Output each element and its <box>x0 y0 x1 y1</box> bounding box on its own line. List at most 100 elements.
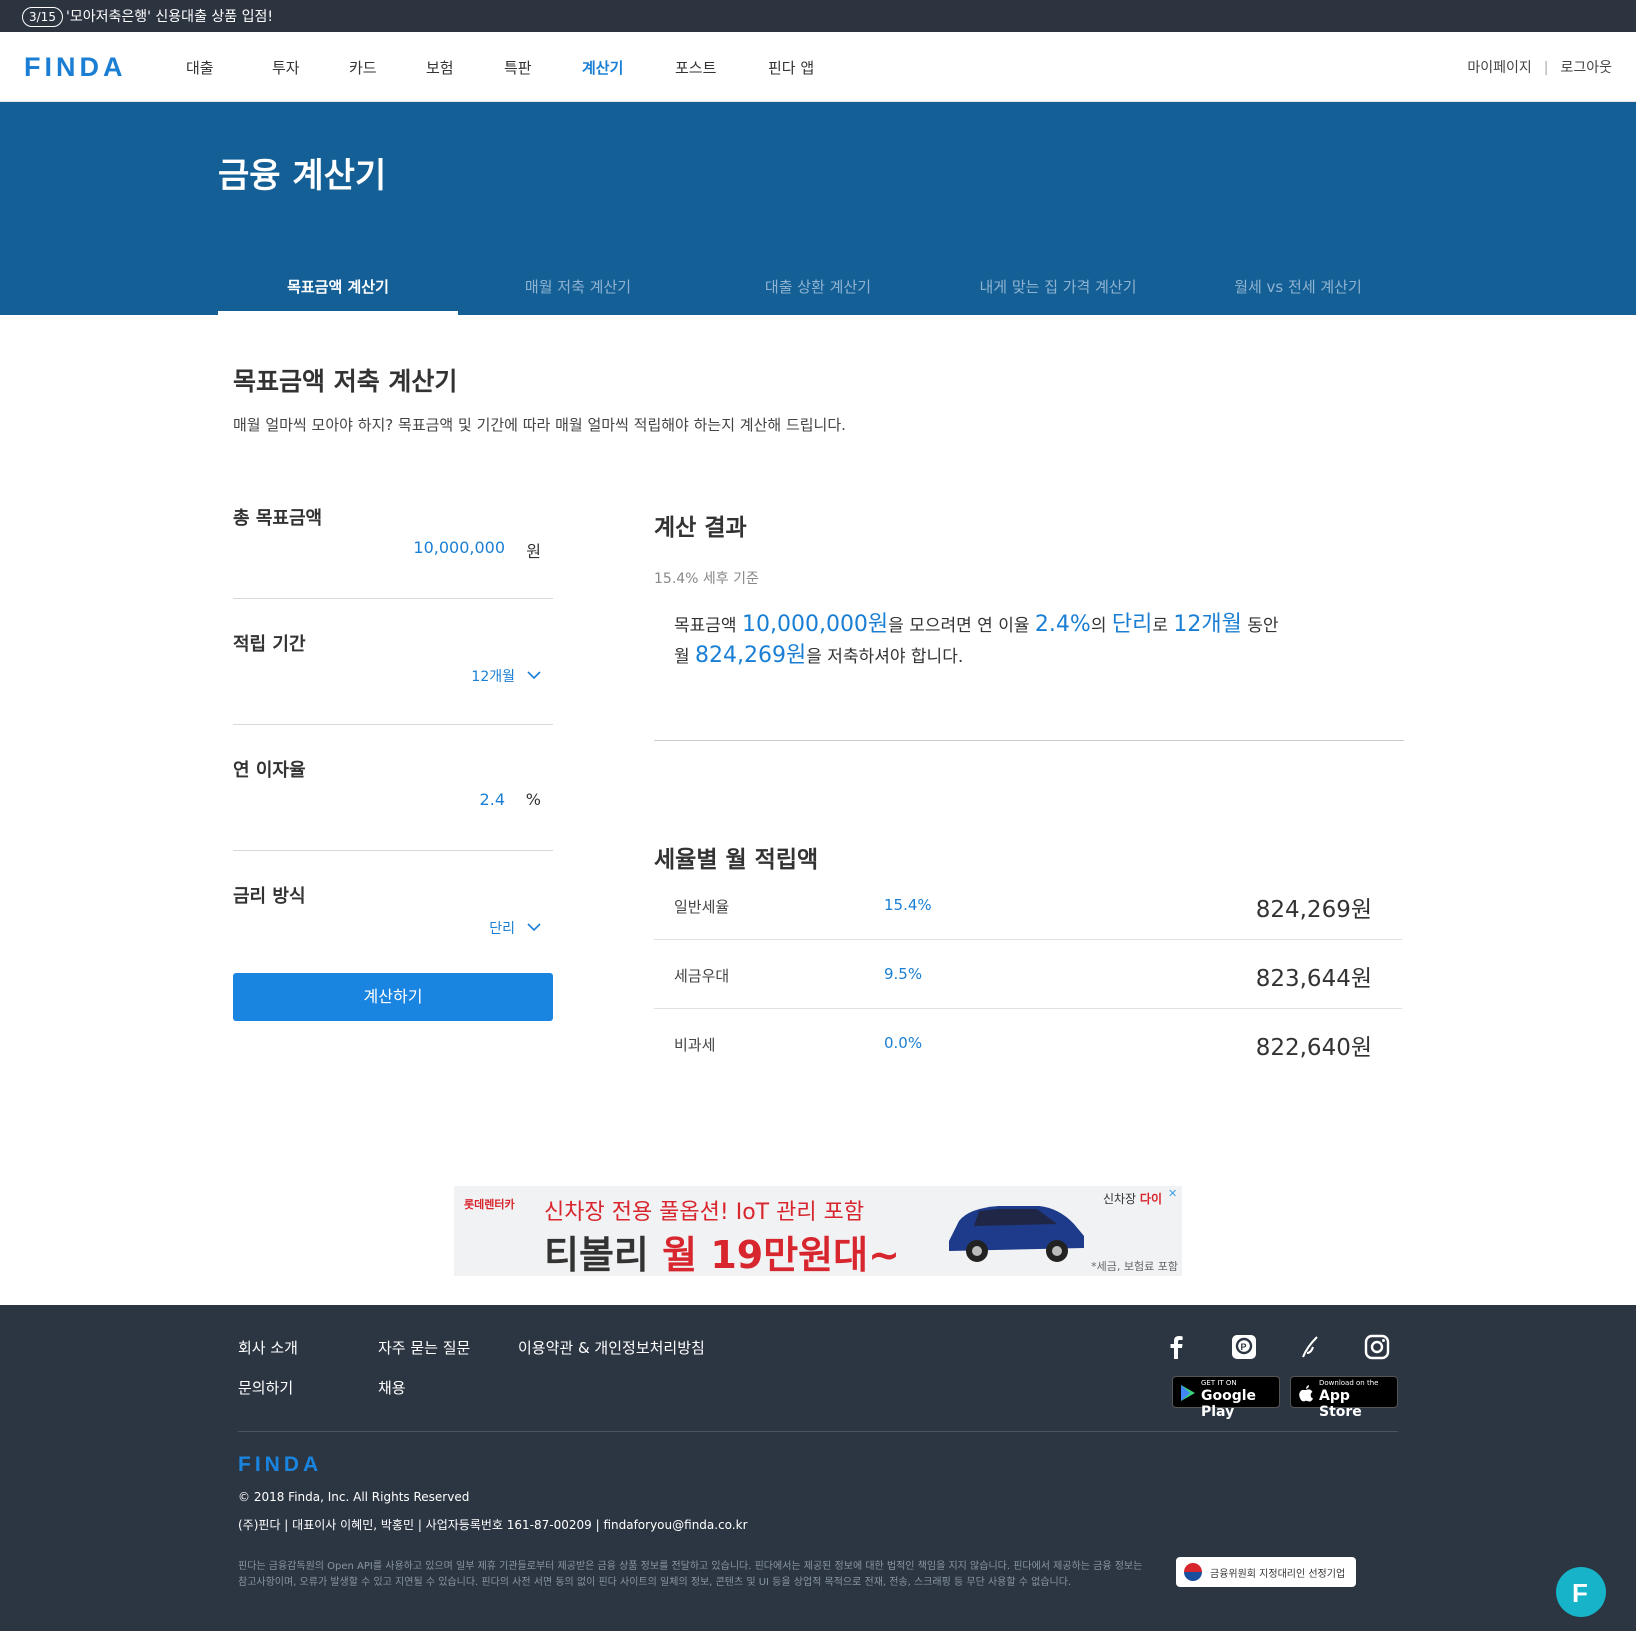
google-play-button[interactable]: GET IT ON Google Play <box>1172 1376 1280 1420</box>
divider: | <box>1543 60 1549 76</box>
result-sentence: 목표금액 10,000,000원을 모으려면 연 이율 2.4%의 단리로 12… <box>674 610 1314 672</box>
period-field: 적립 기간 12개월 <box>233 630 553 725</box>
divider <box>654 740 1404 741</box>
target-amount-input[interactable]: 10,000,000 <box>413 538 505 557</box>
ad-tag-brand: 다이 <box>1139 1192 1162 1206</box>
finda-chat-icon: F <box>1572 1578 1588 1608</box>
result-amount: 10,000,000원 <box>741 612 889 637</box>
footer-link-about[interactable]: 회사 소개 <box>238 1337 298 1358</box>
period-select[interactable]: 12개월 <box>471 666 515 686</box>
calculate-button[interactable]: 계산하기 <box>233 973 553 1021</box>
ad-model: 티볼리 <box>544 1233 663 1276</box>
user-links: 마이페이지 | 로그아웃 <box>1467 57 1612 77</box>
table-row: 세금우대 9.5% 823,644원 <box>654 941 1402 1009</box>
footer-link-careers[interactable]: 채용 <box>378 1377 406 1398</box>
tax-name: 일반세율 <box>674 898 730 916</box>
chevron-down-icon[interactable] <box>527 668 541 682</box>
brunch-icon[interactable] <box>1297 1333 1325 1361</box>
target-amount-label: 총 목표금액 <box>233 508 323 529</box>
target-amount-unit: 원 <box>526 542 541 561</box>
apple-icon <box>1299 1385 1313 1402</box>
company-info: (주)핀다 | 대표이사 이혜민, 박홍민 | 사업자등록번호 161-87-0… <box>238 1518 748 1532</box>
rate-field: 연 이자율 2.4 % <box>233 756 553 851</box>
calculator-description: 매월 얼마씩 모아야 하지? 목표금액 및 기간에 따라 매월 얼마씩 적립해야… <box>233 416 846 434</box>
copyright: © 2018 Finda, Inc. All Rights Reserved <box>238 1490 470 1504</box>
app-store-button[interactable]: Download on the App Store <box>1290 1376 1398 1420</box>
tax-amount: 823,644원 <box>1255 966 1372 992</box>
hero-banner: 금융 계산기 목표금액 계산기 매월 저축 계산기 대출 상환 계산기 내게 맞… <box>0 102 1636 315</box>
table-row: 비과세 0.0% 822,640원 <box>654 1010 1402 1078</box>
table-row: 일반세율 15.4% 824,269원 <box>654 872 1402 940</box>
nav-item-card[interactable]: 카드 <box>349 57 377 78</box>
result-text: 을 모으려면 연 이율 <box>888 616 1035 636</box>
taegeuk-icon <box>1184 1563 1202 1581</box>
tab-loan-repayment[interactable]: 대출 상환 계산기 <box>698 267 938 315</box>
notice-date-badge: 3/15 <box>22 7 63 27</box>
tax-rate: 0.0% <box>884 1034 923 1052</box>
result-period: 12개월 <box>1173 612 1242 637</box>
nav-item-special[interactable]: 특판 <box>504 57 532 78</box>
ad-banner[interactable]: 롯데렌터카 신차장 전용 풀옵션! IoT 관리 포함 티볼리 월 19만원대~… <box>454 1186 1182 1276</box>
logout-link[interactable]: 로그아웃 <box>1560 57 1612 77</box>
chevron-down-icon[interactable] <box>527 920 541 934</box>
google-play-label: Google Play <box>1201 1388 1257 1420</box>
svg-text:P: P <box>1241 1342 1247 1352</box>
ad-headline: 신차장 전용 풀옵션! IoT 관리 포함 <box>544 1200 865 1225</box>
fsc-badge: 금융위원회 지정대리인 선정기업 <box>1176 1557 1356 1587</box>
result-rate: 2.4% <box>1034 612 1091 637</box>
result-title: 계산 결과 <box>654 515 747 541</box>
tab-target-amount[interactable]: 목표금액 계산기 <box>218 267 458 315</box>
result-text: 을 저축하셔야 합니다. <box>806 647 964 667</box>
footer-link-terms[interactable]: 이용약관 & 개인정보처리방침 <box>518 1337 705 1358</box>
period-label: 적립 기간 <box>233 634 306 655</box>
result-text: 로 <box>1152 616 1174 636</box>
rate-input[interactable]: 2.4 <box>480 790 505 809</box>
calculator-tabs: 목표금액 계산기 매월 저축 계산기 대출 상환 계산기 내게 맞는 집 가격 … <box>218 267 1418 315</box>
mypage-link[interactable]: 마이페이지 <box>1467 57 1531 77</box>
notice-text[interactable]: '모아저축은행' 신용대출 상품 입점! <box>66 8 273 26</box>
post-icon[interactable]: P <box>1230 1333 1258 1361</box>
tax-table-title: 세율별 월 적립액 <box>654 847 819 873</box>
result-monthly: 824,269원 <box>695 643 807 668</box>
instagram-icon[interactable] <box>1363 1333 1391 1361</box>
facebook-icon[interactable] <box>1163 1333 1191 1361</box>
ad-brand: 롯데렌터카 <box>464 1198 515 1211</box>
disclaimer: 핀다는 금융감독원의 Open API를 사용하고 있으며 일부 제휴 기관들로… <box>238 1561 1143 1588</box>
nav-item-invest[interactable]: 투자 <box>272 57 300 78</box>
tab-rent-vs-jeonse[interactable]: 월세 vs 전세 계산기 <box>1178 267 1418 315</box>
tax-name: 세금우대 <box>674 967 730 985</box>
close-icon[interactable]: ✕ <box>1168 1188 1180 1200</box>
calculator-title: 목표금액 저축 계산기 <box>233 367 458 396</box>
rate-unit: % <box>525 790 541 809</box>
ad-tag-text: 신차장 <box>1102 1192 1140 1206</box>
tax-amount: 824,269원 <box>1255 897 1372 923</box>
result-text: 의 <box>1090 616 1112 636</box>
result-text: 동안 <box>1241 616 1279 636</box>
footer-link-faq[interactable]: 자주 묻는 질문 <box>378 1337 470 1358</box>
tab-house-price[interactable]: 내게 맞는 집 가격 계산기 <box>938 267 1178 315</box>
app-store-small: Download on the <box>1319 1379 1379 1387</box>
divider <box>238 1431 1398 1432</box>
finda-logo[interactable]: FINDA <box>24 52 127 83</box>
tax-rate: 9.5% <box>884 965 923 983</box>
rate-label: 연 이자율 <box>233 760 306 781</box>
page-title: 금융 계산기 <box>218 156 387 196</box>
method-select[interactable]: 단리 <box>489 918 515 938</box>
nav-item-app[interactable]: 핀다 앱 <box>768 57 814 78</box>
footer-link-contact[interactable]: 문의하기 <box>238 1377 293 1398</box>
result-subtitle: 15.4% 세후 기준 <box>654 571 759 587</box>
footer-logo: FINDA <box>238 1453 323 1476</box>
tab-monthly-saving[interactable]: 매월 저축 계산기 <box>458 267 698 315</box>
tax-rate: 15.4% <box>884 896 932 914</box>
nav-item-loan[interactable]: 대출 <box>186 57 214 78</box>
nav-item-post[interactable]: 포스트 <box>675 57 716 78</box>
ad-tag: 신차장 다이 <box>1103 1190 1162 1207</box>
google-play-small: GET IT ON <box>1201 1379 1237 1387</box>
notice-bar[interactable]: 3/15 '모아저축은행' 신용대출 상품 입점! <box>0 0 1636 32</box>
nav-item-insurance[interactable]: 보험 <box>426 57 454 78</box>
nav-item-calculator[interactable]: 계산기 <box>582 57 623 78</box>
fsc-badge-text: 금융위원회 지정대리인 선정기업 <box>1210 1569 1346 1580</box>
chat-button[interactable]: F <box>1556 1567 1606 1617</box>
site-header: FINDA 대출 투자 카드 보험 특판 계산기 포스트 핀다 앱 마이페이지 |… <box>0 32 1636 102</box>
site-footer: 회사 소개 자주 묻는 질문 이용약관 & 개인정보처리방침 문의하기 채용 P… <box>0 1305 1636 1631</box>
